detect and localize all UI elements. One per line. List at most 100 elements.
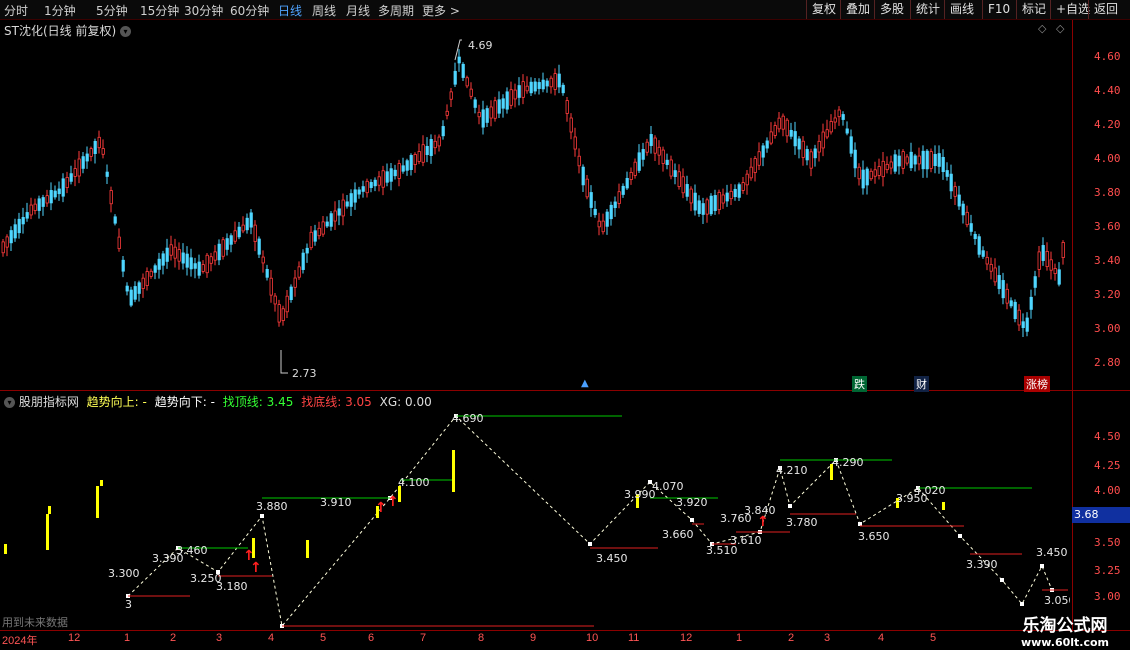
candle bbox=[917, 147, 921, 171]
candle bbox=[9, 226, 13, 252]
fall-badge[interactable]: 跌 bbox=[852, 376, 867, 392]
candlestick-chart[interactable]: 4.69 2.73 bbox=[0, 20, 1070, 390]
candle bbox=[5, 234, 9, 257]
tab-5min[interactable]: 5分钟 bbox=[96, 2, 128, 19]
candle bbox=[809, 148, 813, 177]
candle bbox=[405, 158, 409, 176]
multi-stock-button[interactable]: 多股 bbox=[874, 0, 909, 19]
candle bbox=[469, 82, 473, 100]
x-tick: 2024年 bbox=[2, 635, 38, 647]
y-tick: 3.25 bbox=[1094, 564, 1121, 577]
candle bbox=[273, 293, 277, 312]
tab-monthly[interactable]: 月线 bbox=[346, 2, 370, 19]
candle bbox=[653, 135, 657, 162]
candle bbox=[345, 194, 349, 209]
event-arrow-icon[interactable]: ▲ bbox=[581, 378, 589, 389]
candle bbox=[857, 163, 861, 186]
candle bbox=[485, 105, 489, 128]
zigzag-line bbox=[127, 415, 1053, 628]
limit-up-badge[interactable]: 涨榜 bbox=[1024, 376, 1050, 392]
back-button[interactable]: 返回 bbox=[1088, 0, 1123, 19]
x-tick: 6 bbox=[368, 632, 375, 644]
candle bbox=[801, 136, 805, 166]
candle bbox=[349, 189, 353, 217]
tab-daily[interactable]: 日线 bbox=[278, 2, 302, 19]
tab-multi-period[interactable]: 多周期 bbox=[378, 2, 414, 19]
candle bbox=[41, 194, 45, 216]
mark-button[interactable]: 标记 bbox=[1016, 0, 1051, 19]
candle bbox=[189, 248, 193, 277]
signal-bar bbox=[96, 486, 99, 518]
candle bbox=[1045, 242, 1049, 271]
y-tick: 4.00 bbox=[1094, 152, 1121, 165]
candle bbox=[185, 246, 189, 276]
x-axis-line bbox=[0, 630, 1130, 631]
x-tick: 4 bbox=[268, 632, 275, 644]
candle bbox=[77, 151, 81, 184]
tab-weekly[interactable]: 周线 bbox=[312, 2, 336, 19]
f10-button[interactable]: F10 bbox=[982, 0, 1015, 19]
statistics-button[interactable]: 统计 bbox=[910, 0, 945, 19]
point-label: 3.300 bbox=[108, 567, 140, 580]
candle bbox=[853, 142, 857, 178]
indicator-chart[interactable]: ↑↑↑ ↑↑33.3003.3903.4603.2503.1803.880 3.91… bbox=[0, 394, 1070, 630]
tab-30min[interactable]: 30分钟 bbox=[184, 2, 223, 19]
candle bbox=[521, 74, 525, 105]
buy-arrow-icon: ↑ bbox=[387, 494, 399, 510]
candle bbox=[569, 113, 573, 140]
candle bbox=[897, 149, 901, 175]
tab-more[interactable]: 更多 > bbox=[422, 2, 460, 19]
candle bbox=[961, 200, 965, 224]
candle bbox=[277, 299, 281, 327]
candle bbox=[281, 305, 285, 326]
candle bbox=[837, 106, 841, 126]
overlay-button[interactable]: 叠加 bbox=[840, 0, 875, 19]
point-label: 4.290 bbox=[832, 456, 864, 469]
candle bbox=[493, 96, 497, 122]
candle bbox=[121, 256, 125, 278]
zigzag-node bbox=[788, 504, 792, 508]
candle bbox=[537, 78, 541, 95]
tab-1min[interactable]: 1分钟 bbox=[44, 2, 76, 19]
zigzag-node bbox=[958, 534, 962, 538]
candle bbox=[881, 151, 885, 187]
candle bbox=[385, 163, 389, 187]
candle bbox=[177, 242, 181, 270]
candle bbox=[785, 117, 789, 143]
point-label: 3.390 bbox=[966, 558, 998, 571]
candle bbox=[313, 224, 317, 246]
point-label: 3.650 bbox=[858, 530, 890, 543]
current-value-tag: 3.68 bbox=[1072, 507, 1130, 523]
finance-badge[interactable]: 财 bbox=[914, 376, 929, 392]
tab-60min[interactable]: 60分钟 bbox=[230, 2, 269, 19]
candle bbox=[1001, 272, 1005, 305]
candle bbox=[929, 148, 933, 173]
watermark-url: www.60lt.com bbox=[1020, 636, 1110, 649]
candle bbox=[877, 158, 881, 180]
tab-15min[interactable]: 15分钟 bbox=[140, 2, 179, 19]
candle bbox=[329, 210, 333, 231]
candle bbox=[665, 153, 669, 170]
candle bbox=[169, 235, 173, 261]
x-tick: 3 bbox=[824, 632, 831, 644]
candle bbox=[149, 268, 153, 279]
draw-line-button[interactable]: 画线 bbox=[944, 0, 979, 19]
candle bbox=[865, 166, 869, 195]
candle bbox=[153, 263, 157, 280]
adjust-button[interactable]: 复权 bbox=[806, 0, 841, 19]
candle bbox=[165, 238, 169, 269]
candle bbox=[25, 202, 29, 222]
y-tick: 3.60 bbox=[1094, 220, 1121, 233]
candle bbox=[605, 209, 609, 235]
candle bbox=[937, 145, 941, 174]
candle bbox=[973, 231, 977, 245]
y-tick: 4.25 bbox=[1094, 459, 1121, 472]
point-label: 3.460 bbox=[176, 544, 208, 557]
candle bbox=[381, 165, 385, 196]
candle bbox=[657, 140, 661, 165]
candle bbox=[365, 178, 369, 198]
tab-intraday[interactable]: 分时 bbox=[4, 2, 28, 19]
candle bbox=[113, 214, 117, 226]
candle bbox=[93, 138, 97, 164]
candle bbox=[369, 179, 373, 193]
